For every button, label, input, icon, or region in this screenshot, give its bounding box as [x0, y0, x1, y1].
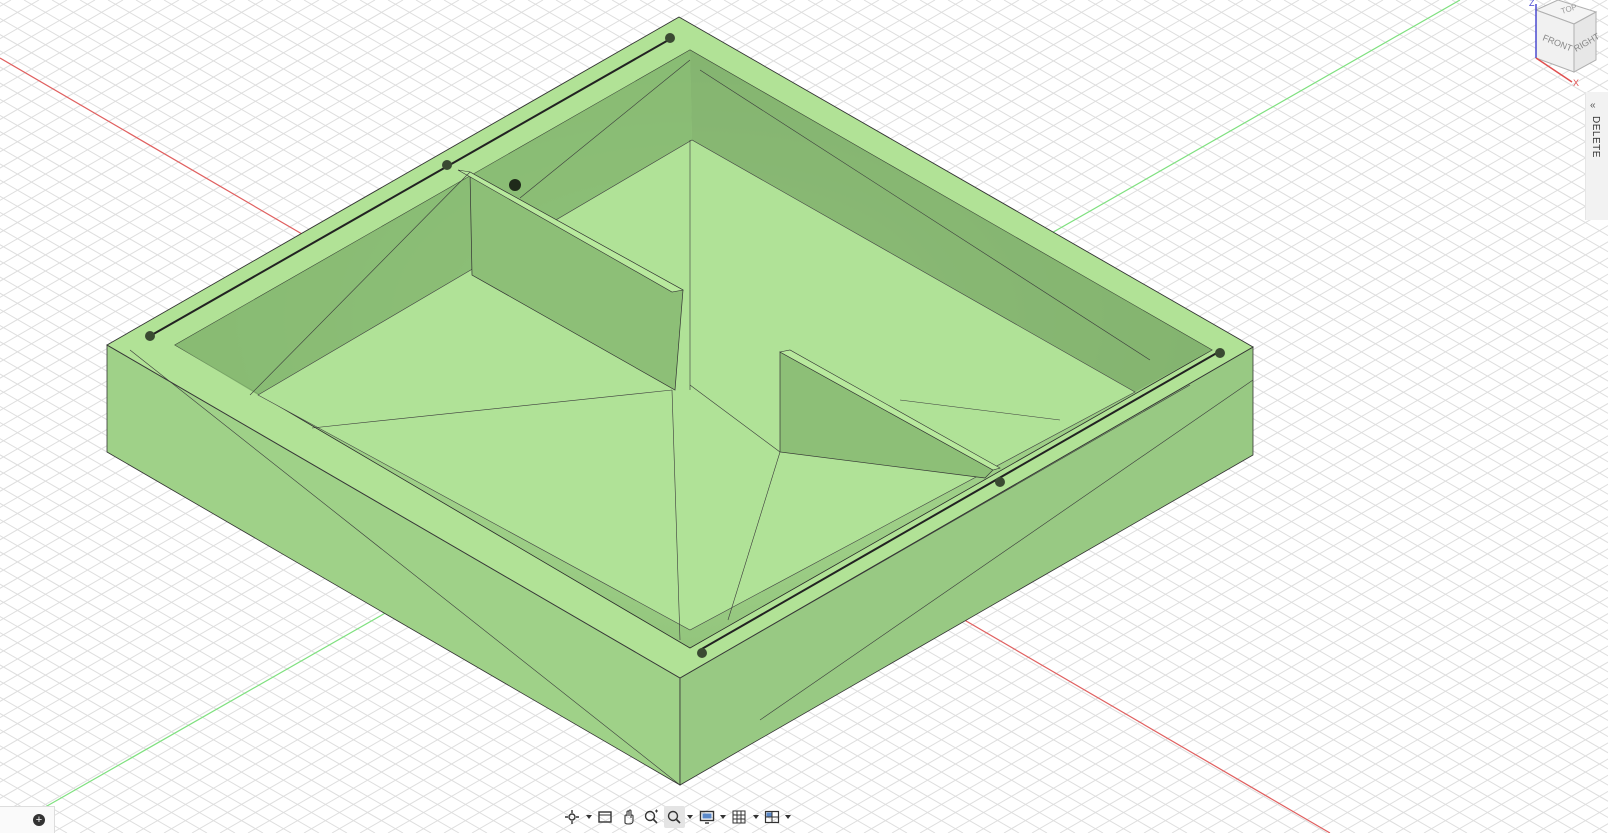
corner-peg [509, 179, 521, 191]
corner-peg [442, 160, 452, 170]
grid-settings-icon[interactable] [729, 806, 750, 828]
display-settings-icon[interactable] [696, 806, 717, 828]
zoom-icon[interactable] [641, 806, 662, 828]
delete-panel-collapsed[interactable]: « DELETE [1585, 92, 1608, 220]
pan-icon[interactable] [618, 806, 639, 828]
viewcube-z-label: Z [1529, 0, 1535, 8]
look-at-icon[interactable] [595, 806, 616, 828]
comments-bar: + [0, 806, 55, 833]
grid-dropdown-icon[interactable] [752, 806, 760, 828]
corner-peg [145, 331, 155, 341]
corner-peg [995, 477, 1005, 487]
3d-viewport[interactable] [0, 0, 1608, 833]
viewports-icon[interactable] [761, 806, 782, 828]
orbit-icon[interactable] [562, 806, 583, 828]
add-comment-icon[interactable]: + [33, 814, 45, 826]
viewcube-x-label: X [1573, 78, 1579, 88]
delete-panel-label: DELETE [1590, 116, 1601, 158]
viewports-dropdown-icon[interactable] [784, 806, 792, 828]
corner-peg [697, 648, 707, 658]
orbit-dropdown-icon[interactable] [585, 806, 593, 828]
corner-peg [665, 33, 675, 43]
zoom-dropdown-icon[interactable] [687, 806, 695, 828]
corner-peg [1215, 348, 1225, 358]
display-dropdown-icon[interactable] [719, 806, 727, 828]
collapse-arrows-icon[interactable]: « [1590, 100, 1596, 111]
fit-icon[interactable] [663, 806, 685, 828]
viewcube[interactable]: TOP FRONT RIGHT Z X [1500, 0, 1600, 92]
navigation-bar [562, 803, 792, 831]
